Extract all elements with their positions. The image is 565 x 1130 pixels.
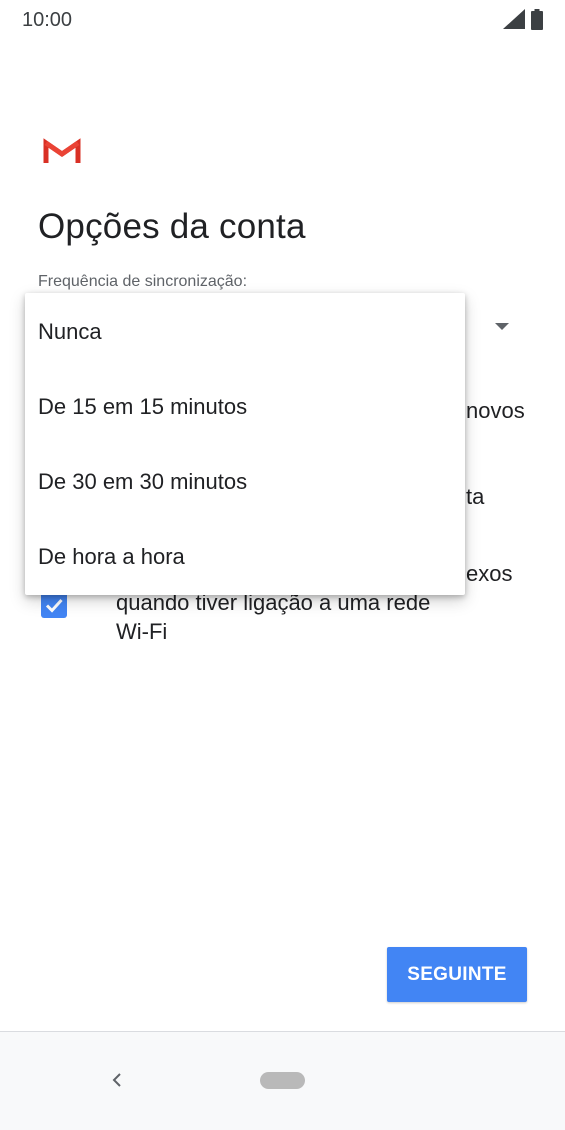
dropdown-item-30-minutes[interactable]: De 30 em 30 minutos <box>25 444 465 519</box>
signal-icon <box>503 9 525 29</box>
option-2-fragment: ta <box>466 484 485 509</box>
option-3-fragment: exos <box>466 561 513 586</box>
dropdown-item-label: De hora a hora <box>38 543 185 569</box>
dropdown-arrow-icon[interactable] <box>495 323 509 330</box>
page-title: Opções da conta <box>38 207 306 246</box>
sync-frequency-dropdown: Nunca De 15 em 15 minutos De 30 em 30 mi… <box>25 293 465 595</box>
dropdown-item-hourly[interactable]: De hora a hora <box>25 519 465 594</box>
sync-frequency-label: Frequência de sincronização: <box>38 273 248 290</box>
home-pill-icon[interactable] <box>260 1072 305 1089</box>
status-bar: 10:00 <box>0 0 565 40</box>
navigation-bar <box>0 1032 565 1130</box>
dropdown-item-label: De 15 em 15 minutos <box>38 393 248 419</box>
dropdown-item-label: De 30 em 30 minutos <box>38 468 248 494</box>
checkmark-icon <box>45 598 63 613</box>
status-time: 10:00 <box>22 9 73 31</box>
status-icons <box>503 8 543 30</box>
back-icon[interactable] <box>105 1068 129 1092</box>
option-3-line3: Wi-Fi <box>116 619 168 644</box>
gmail-logo-icon <box>43 138 81 163</box>
dropdown-item-label: Nunca <box>38 318 102 344</box>
download-attachments-checkbox[interactable] <box>41 592 67 618</box>
option-1-fragment: novos <box>466 398 525 423</box>
dropdown-item-never[interactable]: Nunca <box>25 294 465 369</box>
battery-icon <box>531 8 543 30</box>
next-button[interactable]: SEGUINTE <box>387 947 527 1002</box>
dropdown-item-15-minutes[interactable]: De 15 em 15 minutos <box>25 369 465 444</box>
